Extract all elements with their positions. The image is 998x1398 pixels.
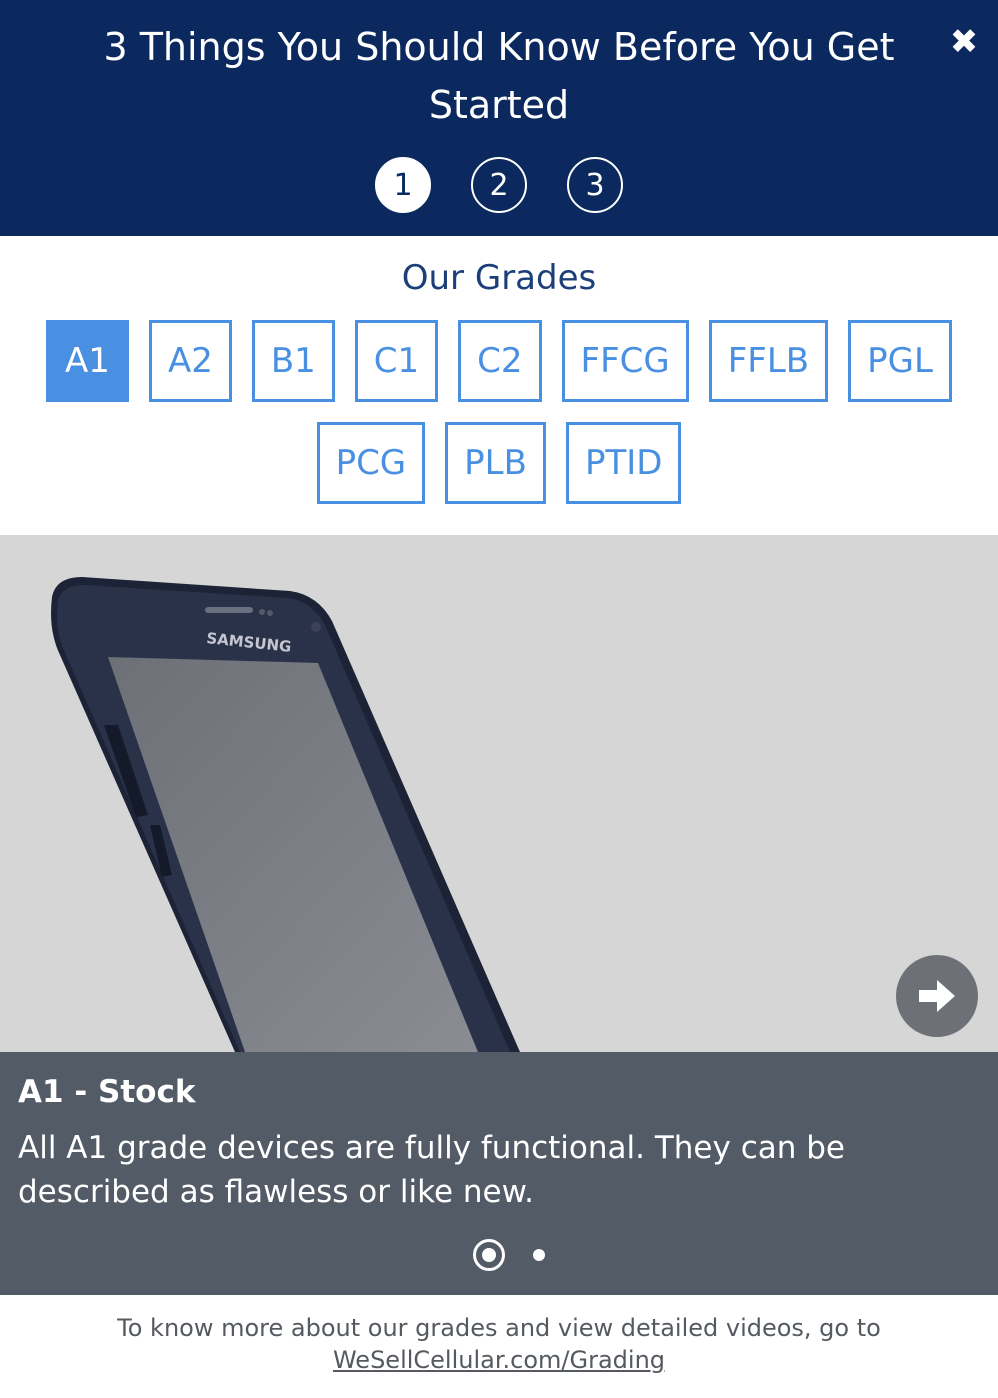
arrow-right-icon bbox=[919, 980, 955, 1012]
pagination-dot[interactable] bbox=[533, 1249, 545, 1261]
grade-tab-a1[interactable]: A1 bbox=[46, 320, 129, 402]
slide-pagination bbox=[0, 1238, 998, 1272]
grade-tab-a2[interactable]: A2 bbox=[148, 320, 232, 402]
grade-tabs-row-1: A1 A2 B1 C1 C2 FFCG FFLB PGL bbox=[0, 320, 998, 402]
grade-tab-pcg[interactable]: PCG bbox=[316, 422, 426, 504]
slide-caption: A1 - Stock All A1 grade devices are full… bbox=[0, 1052, 998, 1295]
modal-header: 3 Things You Should Know Before You Get … bbox=[0, 0, 998, 236]
grade-tab-b1[interactable]: B1 bbox=[251, 320, 335, 402]
modal-title: 3 Things You Should Know Before You Get … bbox=[103, 25, 895, 127]
grade-slider: SAMSUNG A1 - Stock All A1 grade devices … bbox=[0, 535, 998, 1295]
close-button[interactable]: ✖ bbox=[944, 22, 984, 62]
grade-tab-pgl[interactable]: PGL bbox=[848, 320, 952, 402]
grade-tabs-row-2: PCG PLB PTID bbox=[0, 422, 998, 504]
grade-tab-ffcg[interactable]: FFCG bbox=[561, 320, 689, 402]
grading-link[interactable]: WeSellCellular.com/Grading bbox=[333, 1346, 665, 1374]
step-1-button[interactable]: 1 bbox=[375, 157, 431, 213]
step-indicator: 1 2 3 bbox=[0, 157, 998, 213]
pagination-dot-active[interactable] bbox=[473, 1239, 505, 1271]
phone-image: SAMSUNG bbox=[51, 577, 520, 1052]
grade-tab-plb[interactable]: PLB bbox=[445, 422, 546, 504]
step-3-button[interactable]: 3 bbox=[567, 157, 623, 213]
caption-text: All A1 grade devices are fully functiona… bbox=[18, 1130, 845, 1210]
grade-tab-fflb[interactable]: FFLB bbox=[708, 320, 829, 402]
footer-text: To know more about our grades and view d… bbox=[117, 1314, 881, 1342]
grades-heading: Our Grades bbox=[401, 258, 597, 298]
next-slide-button[interactable] bbox=[896, 955, 978, 1037]
grade-tab-ptid[interactable]: PTID bbox=[565, 422, 682, 504]
step-2-button[interactable]: 2 bbox=[471, 157, 527, 213]
footer-note: To know more about our grades and view d… bbox=[0, 1312, 998, 1376]
caption-title: A1 - Stock bbox=[18, 1074, 196, 1110]
grade-tab-c2[interactable]: C2 bbox=[458, 320, 542, 402]
grade-tab-c1[interactable]: C1 bbox=[354, 320, 439, 402]
